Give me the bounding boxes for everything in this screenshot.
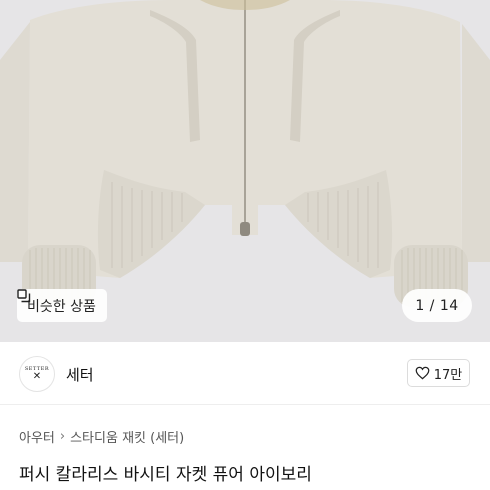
breadcrumb-item-outer[interactable]: 아우터 (19, 427, 55, 446)
shop-name[interactable]: 세터 (66, 364, 94, 385)
heart-icon (415, 366, 430, 380)
section-divider (0, 404, 490, 405)
product-image-gallery[interactable]: 비슷한 상품 1 / 14 (0, 0, 490, 342)
shop-avatar[interactable]: SETTER ✕ (19, 356, 55, 392)
like-count: 17만 (433, 367, 463, 383)
breadcrumb-item-stadium-jacket[interactable]: 스타디움 재킷 (세터) (70, 427, 184, 446)
shop-logo-mark-icon: ✕ (32, 371, 42, 382)
similar-items-icon (17, 289, 31, 303)
similar-products-label: 비슷한 상품 (27, 298, 96, 315)
like-button[interactable]: 17만 (407, 359, 470, 387)
product-title: 퍼시 칼라리스 바시티 자켓 퓨어 아이보리 (19, 465, 312, 485)
image-counter: 1 / 14 (402, 289, 472, 322)
similar-products-button[interactable]: 비슷한 상품 (17, 289, 107, 322)
breadcrumb: 아우터 › 스타디움 재킷 (세터) (19, 427, 184, 446)
chevron-right-icon: › (59, 429, 66, 444)
